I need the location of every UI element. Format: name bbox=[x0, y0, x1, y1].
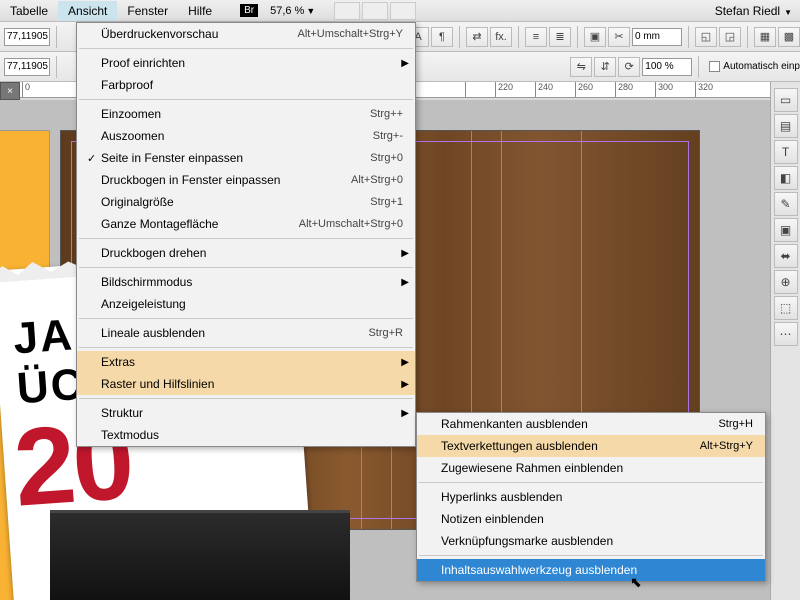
ruler-tick: 280 bbox=[615, 82, 633, 98]
frame1-icon[interactable]: ▦ bbox=[754, 27, 776, 47]
panel-button-0[interactable]: ▭ bbox=[774, 88, 798, 112]
menu-tabelle[interactable]: Tabelle bbox=[0, 1, 58, 21]
submenu-item[interactable]: Inhaltsauswahlwerkzeug ausblenden bbox=[417, 559, 765, 581]
submenu-item[interactable]: Hyperlinks ausblenden bbox=[417, 486, 765, 508]
menu-item[interactable]: ÜberdruckenvorschauAlt+Umschalt+Strg+Y bbox=[77, 23, 415, 45]
panel-button-2[interactable]: T bbox=[774, 140, 798, 164]
menu-item[interactable]: Textmodus bbox=[77, 424, 415, 446]
effects-icon[interactable]: fx. bbox=[490, 27, 512, 47]
ruler-tick: 220 bbox=[495, 82, 513, 98]
bridge-icon[interactable]: Br bbox=[240, 4, 258, 17]
document-tab-close[interactable]: × bbox=[0, 82, 20, 100]
menubar: Tabelle Ansicht Fenster Hilfe Br 57,6 %▼… bbox=[0, 0, 800, 22]
zoom-level[interactable]: 57,6 %▼ bbox=[270, 5, 315, 17]
submenu-item[interactable]: Zugewiesene Rahmen einblenden bbox=[417, 457, 765, 479]
y-field[interactable]: 77,11905 bbox=[4, 58, 50, 76]
submenu-item[interactable]: Notizen einblenden bbox=[417, 508, 765, 530]
panel-button-4[interactable]: ✎ bbox=[774, 192, 798, 216]
menu-item[interactable]: OriginalgrößeStrg+1 bbox=[77, 191, 415, 213]
panel-button-5[interactable]: ▣ bbox=[774, 218, 798, 242]
menu-item[interactable]: Ganze MontageflächeAlt+Umschalt+Strg+0 bbox=[77, 213, 415, 235]
align-center-icon[interactable]: ≣ bbox=[549, 27, 571, 47]
menu-item[interactable]: Druckbogen drehen▶ bbox=[77, 242, 415, 264]
menu-item[interactable]: Anzeigeleistung bbox=[77, 293, 415, 315]
panel-button-7[interactable]: ⊕ bbox=[774, 270, 798, 294]
align-left-icon[interactable]: ≡ bbox=[525, 27, 547, 47]
menu-item[interactable]: ✓Seite in Fenster einpassenStrg+0 bbox=[77, 147, 415, 169]
ruler-tick: 300 bbox=[655, 82, 673, 98]
menu-item[interactable]: Farbproof bbox=[77, 74, 415, 96]
scale-field[interactable]: 100 % bbox=[642, 58, 692, 76]
panel-button-6[interactable]: ⬌ bbox=[774, 244, 798, 268]
menu-item[interactable]: Struktur▶ bbox=[77, 402, 415, 424]
corner-icon[interactable]: ◱ bbox=[695, 27, 717, 47]
menu-item[interactable]: Druckbogen in Fenster einpassenAlt+Strg+… bbox=[77, 169, 415, 191]
panel-button-8[interactable]: ⬚ bbox=[774, 296, 798, 320]
submenu-extras: Rahmenkanten ausblendenStrg+HTextverkett… bbox=[416, 412, 766, 582]
submenu-item[interactable]: Verknüpfungsmarke ausblenden bbox=[417, 530, 765, 552]
offset-field[interactable]: 0 mm bbox=[632, 28, 682, 46]
x-field[interactable]: 77,11905 bbox=[4, 28, 50, 46]
menu-ansicht-dropdown: ÜberdruckenvorschauAlt+Umschalt+Strg+Y Pr… bbox=[76, 22, 416, 447]
submenu-item[interactable]: Textverkettungen ausblendenAlt+Strg+Y bbox=[417, 435, 765, 457]
ruler-tick: 320 bbox=[695, 82, 713, 98]
menu-item[interactable]: AuszoomenStrg+- bbox=[77, 125, 415, 147]
auto-fit-checkbox[interactable]: Automatisch einp bbox=[709, 61, 800, 72]
menu-item[interactable]: EinzoomenStrg++ bbox=[77, 103, 415, 125]
link-icon[interactable]: ⇄ bbox=[466, 27, 488, 47]
para-format-icon[interactable]: ¶ bbox=[431, 27, 453, 47]
arrange-icon[interactable] bbox=[390, 2, 416, 20]
crop-icon[interactable]: ✂ bbox=[608, 27, 630, 47]
panel-button-1[interactable]: ▤ bbox=[774, 114, 798, 138]
ruler-tick bbox=[465, 82, 468, 98]
menu-item[interactable]: Extras▶ bbox=[77, 351, 415, 373]
flip-v-icon[interactable]: ⇵ bbox=[594, 57, 616, 77]
panel-button-3[interactable]: ◧ bbox=[774, 166, 798, 190]
screen-mode-icon[interactable] bbox=[362, 2, 388, 20]
dark-panel bbox=[50, 510, 350, 600]
menu-ansicht[interactable]: Ansicht bbox=[58, 1, 117, 21]
menu-fenster[interactable]: Fenster bbox=[117, 1, 178, 21]
panel-button-9[interactable]: ⋯ bbox=[774, 322, 798, 346]
ruler-tick: 240 bbox=[535, 82, 553, 98]
frame2-icon[interactable]: ▩ bbox=[778, 27, 800, 47]
menu-item[interactable]: Bildschirmmodus▶ bbox=[77, 271, 415, 293]
menu-item[interactable]: Lineale ausblendenStrg+R bbox=[77, 322, 415, 344]
user-name[interactable]: Stefan Riedl▼ bbox=[715, 4, 792, 18]
wrap-icon[interactable]: ▣ bbox=[584, 27, 606, 47]
ruler-tick: 0 bbox=[22, 82, 30, 98]
submenu-item[interactable]: Rahmenkanten ausblendenStrg+H bbox=[417, 413, 765, 435]
flip-h-icon[interactable]: ⇋ bbox=[570, 57, 592, 77]
menu-item[interactable]: Proof einrichten▶ bbox=[77, 52, 415, 74]
menu-item[interactable]: Raster und Hilfslinien▶ bbox=[77, 373, 415, 395]
view-mode-icon[interactable] bbox=[334, 2, 360, 20]
corner2-icon[interactable]: ◲ bbox=[719, 27, 741, 47]
menu-hilfe[interactable]: Hilfe bbox=[178, 1, 222, 21]
rotate-icon[interactable]: ⟳ bbox=[618, 57, 640, 77]
right-tool-strip: ▭▤T◧✎▣⬌⊕⬚⋯ bbox=[770, 82, 800, 600]
ruler-tick: 260 bbox=[575, 82, 593, 98]
